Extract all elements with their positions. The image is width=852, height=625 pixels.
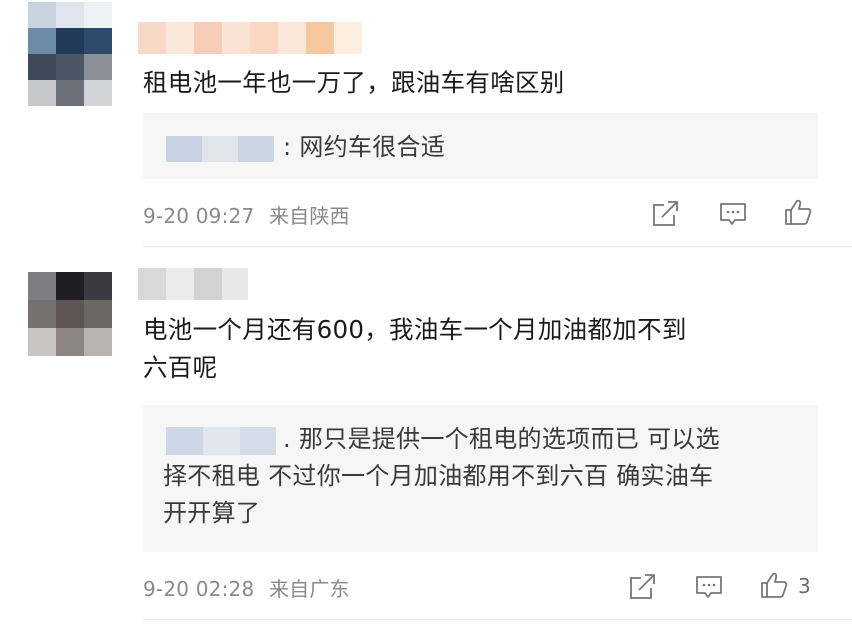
comment-text: 租电池一年也一万了，跟油车有啥区别 <box>143 68 565 97</box>
reply-box[interactable]: : 网约车很合适 <box>143 113 818 179</box>
username-blurred[interactable] <box>138 268 248 300</box>
share-icon[interactable] <box>650 199 680 229</box>
reply-text: : 网约车很合适 <box>283 133 446 161</box>
reply-text-line: . 那只是提供一个租电的选项而已 可以选 <box>283 425 720 453</box>
reply-text: . 那只是提供一个租电的选项而已 可以选 择不租电 不过你一个月加油都用不到六百… <box>163 421 720 532</box>
divider <box>143 619 852 620</box>
like-icon[interactable] <box>783 197 813 227</box>
reply-username-blurred[interactable] <box>166 136 274 162</box>
like-icon[interactable] <box>759 570 789 600</box>
comment-icon[interactable] <box>718 199 748 229</box>
like-count: 3 <box>798 574 811 598</box>
comment-text-line: 六百呢 <box>143 353 218 382</box>
comment-meta: 9-20 09:27 来自陕西 <box>143 200 350 229</box>
comment-meta: 9-20 02:28 来自广东 <box>143 573 350 602</box>
comment-location: 来自陕西 <box>268 204 350 228</box>
comment-icon[interactable] <box>694 572 724 602</box>
divider <box>143 246 852 247</box>
username-blurred[interactable] <box>138 22 386 54</box>
comment-location: 来自广东 <box>268 577 350 601</box>
comment-text: 电池一个月还有600，我油车一个月加油都加不到 六百呢 <box>143 311 687 387</box>
avatar[interactable] <box>28 2 112 106</box>
avatar[interactable] <box>28 272 112 356</box>
comment-time: 9-20 09:27 <box>143 204 255 228</box>
comment-text-line: 电池一个月还有600，我油车一个月加油都加不到 <box>143 315 687 344</box>
share-icon[interactable] <box>627 572 657 602</box>
reply-text-line: 开开算了 <box>163 499 261 527</box>
comment-time: 9-20 02:28 <box>143 577 255 601</box>
reply-box[interactable]: . 那只是提供一个租电的选项而已 可以选 择不租电 不过你一个月加油都用不到六百… <box>143 405 818 552</box>
reply-text-line: 择不租电 不过你一个月加油都用不到六百 确实油车 <box>163 462 714 490</box>
